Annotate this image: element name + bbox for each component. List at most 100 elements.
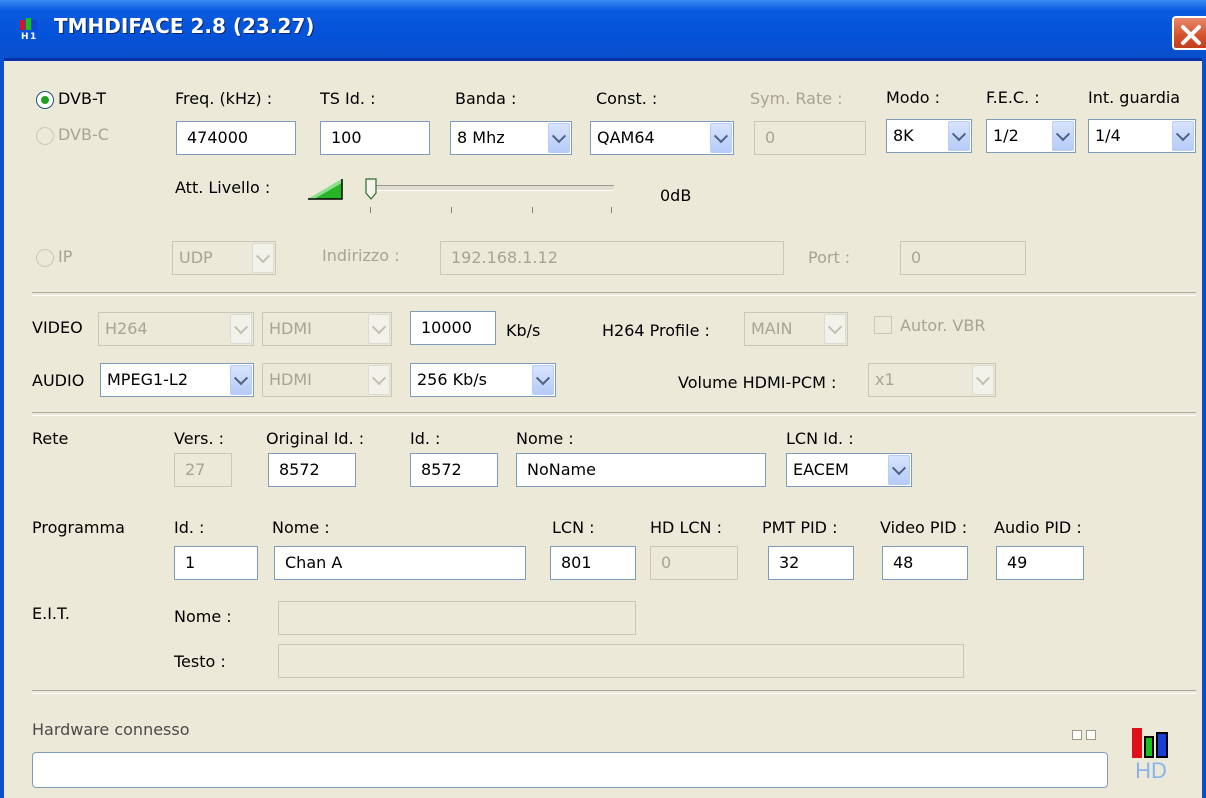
volume-label: Volume HDMI-PCM : [678, 373, 837, 392]
window-title: TMHDIFACE 2.8 (23.27) [54, 14, 315, 38]
video-codec-select[interactable]: H264 [98, 312, 254, 346]
symrate-input[interactable]: 0 [754, 121, 866, 155]
status-indicator [1072, 730, 1082, 740]
video-source-value: HDMI [269, 319, 312, 338]
fec-select[interactable]: 1/2 [986, 119, 1076, 153]
separator [32, 690, 1196, 694]
chevron-down-icon[interactable] [368, 314, 390, 344]
port-input[interactable]: 0 [900, 241, 1026, 275]
att-label: Att. Livello : [175, 178, 271, 197]
dvbt-radio[interactable] [36, 91, 54, 109]
window-frame-right [1202, 58, 1206, 798]
chevron-down-icon[interactable] [368, 365, 390, 395]
chevron-down-icon[interactable] [1052, 121, 1074, 151]
chevron-down-icon[interactable] [548, 123, 570, 153]
hdlcn-input[interactable]: 0 [650, 546, 738, 580]
hardware-progress-bar [32, 752, 1108, 788]
videopid-label: Video PID : [880, 518, 968, 537]
audio-source-value: HDMI [269, 370, 312, 389]
hd-logo: HD [1128, 724, 1178, 786]
audio-source-select[interactable]: HDMI [262, 363, 392, 397]
chevron-down-icon[interactable] [532, 365, 554, 395]
hdlcn-label: HD LCN : [650, 518, 722, 537]
video-bitrate-input[interactable]: 10000 [410, 311, 496, 345]
audiopid-label: Audio PID : [994, 518, 1082, 537]
tsid-input[interactable]: 100 [320, 121, 430, 155]
dvbt-label[interactable]: DVB-T [58, 89, 106, 108]
pmt-label: PMT PID : [762, 518, 838, 537]
pmt-input[interactable]: 32 [768, 546, 854, 580]
logo-bar-green [1144, 736, 1154, 758]
lcn-input[interactable]: 801 [550, 546, 636, 580]
address-input[interactable]: 192.168.1.12 [440, 241, 784, 275]
att-slider-thumb[interactable] [365, 178, 377, 200]
lcnid-value: EACEM [793, 460, 849, 479]
eit-name-input[interactable] [278, 601, 636, 635]
dvbc-label[interactable]: DVB-C [58, 125, 109, 144]
modo-select[interactable]: 8K [886, 119, 972, 153]
netname-input[interactable]: NoName [516, 453, 766, 487]
freq-input[interactable]: 474000 [176, 121, 296, 155]
chevron-down-icon[interactable] [972, 365, 994, 395]
separator [32, 292, 1196, 296]
slider-tick [532, 207, 533, 213]
lcnid-select[interactable]: EACEM [786, 453, 912, 487]
video-source-select[interactable]: HDMI [262, 312, 392, 346]
chevron-down-icon[interactable] [230, 365, 252, 395]
video-codec-value: H264 [105, 319, 148, 338]
app-icon: H 1 [20, 18, 37, 40]
ip-label[interactable]: IP [58, 247, 72, 266]
ip-radio[interactable] [36, 249, 54, 267]
progname-input[interactable]: Chan A [274, 546, 526, 580]
chevron-down-icon[interactable] [710, 123, 732, 153]
banda-select[interactable]: 8 Mhz [450, 121, 572, 155]
tsid-label: TS Id. : [320, 89, 376, 108]
vers-input[interactable]: 27 [174, 453, 232, 487]
chevron-down-icon[interactable] [252, 243, 274, 273]
title-bar[interactable]: H 1 TMHDIFACE 2.8 (23.27) [0, 0, 1206, 61]
chevron-down-icon[interactable] [824, 314, 846, 344]
profile-label: H264 Profile : [602, 321, 710, 340]
banda-label: Banda : [455, 89, 517, 108]
origid-input[interactable]: 8572 [268, 453, 356, 487]
dvbc-radio[interactable] [36, 127, 54, 145]
audio-bitrate-select[interactable]: 256 Kb/s [410, 363, 556, 397]
vbr-label[interactable]: Autor. VBR [900, 316, 985, 335]
fec-value: 1/2 [993, 126, 1019, 145]
ip-protocol-value: UDP [179, 248, 213, 267]
const-select[interactable]: QAM64 [590, 121, 734, 155]
address-label: Indirizzo : [322, 246, 400, 265]
slider-tick [370, 207, 371, 213]
guard-label: Int. guardia [1088, 88, 1181, 107]
banda-value: 8 Mhz [457, 128, 505, 147]
modo-value: 8K [893, 126, 914, 145]
guard-select[interactable]: 1/4 [1088, 119, 1196, 153]
audio-codec-select[interactable]: MPEG1-L2 [100, 363, 254, 397]
audio-codec-value: MPEG1-L2 [107, 370, 189, 389]
vbr-checkbox[interactable] [874, 316, 892, 334]
fec-label: F.E.C. : [986, 88, 1040, 107]
svg-text:1: 1 [30, 32, 36, 40]
lcnid-label: LCN Id. : [786, 429, 854, 448]
eit-text-label: Testo : [174, 652, 226, 671]
network-label: Rete [32, 429, 69, 448]
chevron-down-icon[interactable] [888, 455, 910, 485]
eit-label: E.I.T. [32, 604, 70, 623]
lcn-label: LCN : [552, 518, 595, 537]
netid-input[interactable]: 8572 [410, 453, 498, 487]
volume-select[interactable]: x1 [868, 363, 996, 397]
eit-text-input[interactable] [278, 644, 964, 678]
status-indicator [1086, 730, 1096, 740]
profile-select[interactable]: MAIN [744, 312, 848, 346]
videopid-input[interactable]: 48 [882, 546, 968, 580]
att-slider-track[interactable] [370, 185, 614, 191]
chevron-down-icon[interactable] [948, 121, 970, 151]
progid-input[interactable]: 1 [174, 546, 258, 580]
volume-value: x1 [875, 370, 895, 389]
ip-protocol-select[interactable]: UDP [172, 241, 276, 275]
chevron-down-icon[interactable] [1172, 121, 1194, 151]
chevron-down-icon[interactable] [230, 314, 252, 344]
close-button[interactable] [1172, 16, 1206, 50]
audiopid-input[interactable]: 49 [996, 546, 1084, 580]
const-value: QAM64 [597, 128, 655, 147]
